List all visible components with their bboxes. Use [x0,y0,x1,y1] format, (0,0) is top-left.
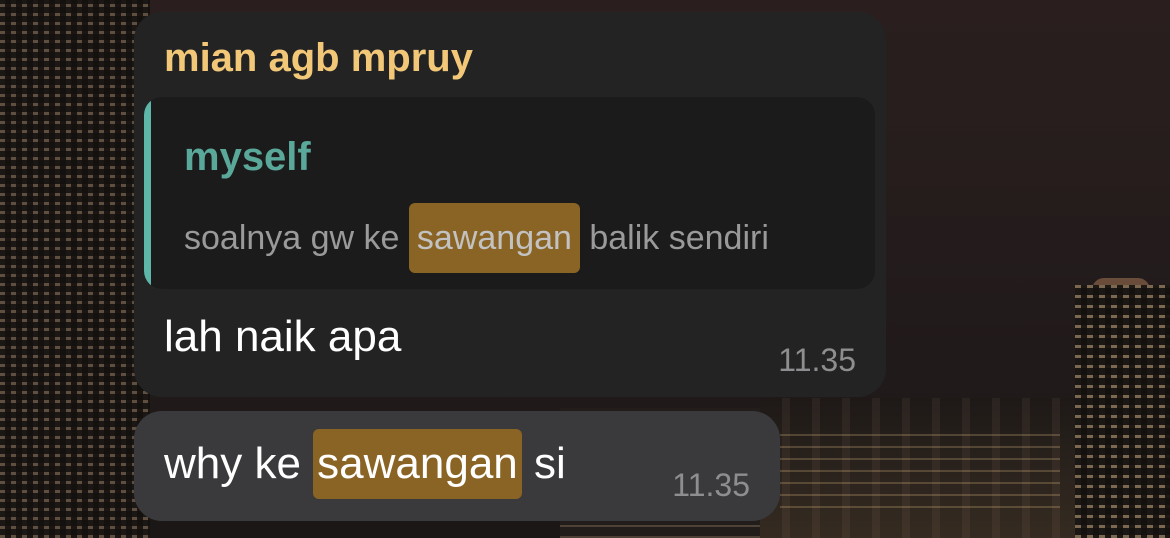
reply-text: soalnya gw ke sawangan balik sendiri [184,203,769,273]
reply-accent-bar [144,97,151,289]
message-bubble[interactable]: why ke sawangan si 11.35 [134,411,780,521]
quoted-reply[interactable]: myself soalnya gw ke sawangan balik send… [144,97,875,289]
message-text-after: si [521,439,566,488]
sender-name[interactable]: mian agb mpruy [164,36,473,81]
reply-text-after: balik sendiri [579,219,769,257]
message-text: lah naik apa [164,312,402,361]
message-timestamp: 11.35 [778,342,856,378]
message-timestamp: 11.35 [672,467,750,503]
search-highlight: sawangan [313,429,522,499]
search-highlight: sawangan [408,203,580,273]
reply-text-before: soalnya gw ke [184,219,409,257]
message-text-before: why ke [164,439,314,488]
chat-message-list[interactable]: mian agb mpruy myself soalnya gw ke sawa… [0,0,1170,538]
message-text: why ke sawangan si [164,429,566,499]
reply-author: myself [184,135,311,179]
message-bubble[interactable]: mian agb mpruy myself soalnya gw ke sawa… [134,12,886,397]
